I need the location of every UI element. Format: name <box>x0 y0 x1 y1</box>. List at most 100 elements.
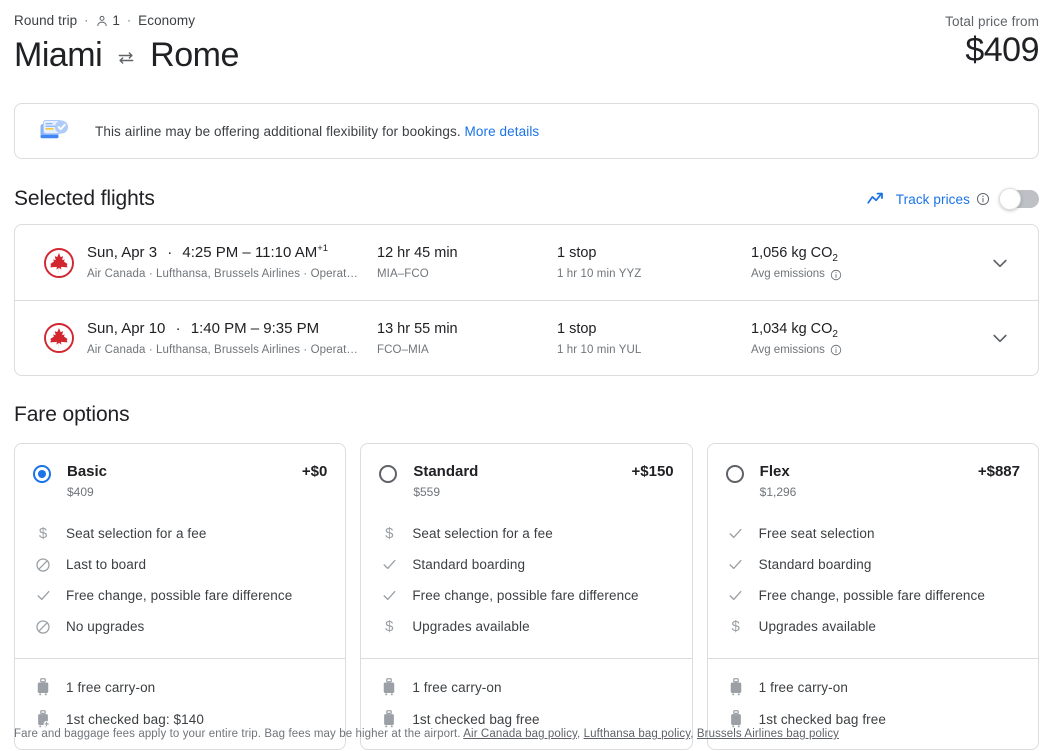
destination-city: Rome <box>150 34 239 76</box>
selected-flights-title: Selected flights <box>14 187 155 211</box>
fare-feature-list: $ Seat selection for a fee Standard boar… <box>361 504 691 658</box>
air-canada-bag-policy-link[interactable]: Air Canada bag policy <box>463 728 577 740</box>
fare-base-price: $559 <box>413 484 478 500</box>
expand-flight-button[interactable] <box>978 328 1022 348</box>
chevron-down-icon <box>990 253 1010 273</box>
carry-on-bag-icon <box>33 678 53 696</box>
swap-arrows-icon <box>115 48 137 68</box>
flight-booking-page: Round trip · 1 · Economy Miami <box>0 0 1053 751</box>
fare-card-basic[interactable]: Basic $409 +$0 $ Seat selection for a fe… <box>14 443 346 750</box>
banner-message: This airline may be offering additional … <box>95 124 461 139</box>
check-icon <box>379 556 399 573</box>
baggage-label: 1st checked bag free <box>759 712 886 727</box>
meta-separator-1: · <box>84 13 88 27</box>
flight-duration-col: 12 hr 45 min MIA–FCO <box>377 243 557 282</box>
fare-options-grid: Basic $409 +$0 $ Seat selection for a fe… <box>14 443 1039 750</box>
fare-radio-standard[interactable] <box>379 465 397 483</box>
flight-stops: 1 stop <box>557 319 751 339</box>
track-prices-toggle[interactable] <box>1001 190 1039 208</box>
fare-feature-label: Seat selection for a fee <box>66 526 207 541</box>
route-title: Miami Rome <box>14 34 239 76</box>
flight-stops: 1 stop <box>557 243 751 263</box>
air-canada-logo-icon <box>31 322 87 354</box>
emissions-label: Avg emissions <box>751 343 825 358</box>
fare-price-delta: +$0 <box>302 462 327 481</box>
track-prices-label: Track prices <box>896 192 970 207</box>
emissions-label: Avg emissions <box>751 267 825 282</box>
dollar-icon: $ <box>379 618 399 635</box>
datetime-separator: · <box>176 320 181 337</box>
flight-stops-col: 1 stop 1 hr 10 min YUL <box>557 319 751 358</box>
link-separator-2: , <box>690 728 693 740</box>
fare-feature: $ Seat selection for a fee <box>33 518 327 549</box>
flexibility-banner-text: This airline may be offering additional … <box>95 124 539 139</box>
cabin-class-label: Economy <box>138 13 195 28</box>
fare-feature-label: No upgrades <box>66 619 144 634</box>
flight-row[interactable]: Sun, Apr 10 · 1:40 PM – 9:35 PM Air Cana… <box>15 300 1038 375</box>
fare-radio-flex[interactable] <box>726 465 744 483</box>
co2-value: 1,034 kg CO2 <box>751 319 978 339</box>
flight-emissions-col: 1,056 kg CO2 Avg emissions <box>751 243 978 282</box>
fare-feature: Standard boarding <box>379 549 673 580</box>
flight-date: Sun, Apr 10 <box>87 320 165 337</box>
fare-card-header: Basic $409 +$0 <box>15 444 345 504</box>
flight-datetime: Sun, Apr 3 · 4:25 PM – 11:10 AM+1 <box>87 243 377 263</box>
fare-feature: Free change, possible fare difference <box>33 580 327 611</box>
selected-flights-list: Sun, Apr 3 · 4:25 PM – 11:10 AM+1 Air Ca… <box>14 224 1039 376</box>
fare-feature-list: $ Seat selection for a fee Last to board… <box>15 504 345 658</box>
person-icon <box>95 14 109 28</box>
checked-bag-add-icon <box>33 710 53 728</box>
fare-feature-label: Upgrades available <box>759 619 876 634</box>
dollar-icon: $ <box>726 618 746 635</box>
fare-card-header: Standard $559 +$150 <box>361 444 691 504</box>
fare-feature-label: Free change, possible fare difference <box>759 588 985 603</box>
fare-card-standard[interactable]: Standard $559 +$150 $ Seat selection for… <box>360 443 692 750</box>
emissions-row: Avg emissions <box>751 267 978 282</box>
trip-summary: Round trip · 1 · Economy <box>14 10 239 30</box>
baggage-label: 1 free carry-on <box>759 680 848 695</box>
baggage-item: 1 free carry-on <box>379 671 673 703</box>
baggage-item: 1 free carry-on <box>726 671 1020 703</box>
fare-radio-basic[interactable] <box>33 465 51 483</box>
track-prices-control[interactable]: Track prices <box>867 190 1039 208</box>
baggage-label: 1st checked bag: $140 <box>66 712 204 727</box>
flight-layover: 1 hr 10 min YUL <box>557 343 751 358</box>
flight-duration: 12 hr 45 min <box>377 243 557 263</box>
fare-card-flex[interactable]: Flex $1,296 +$887 Free seat selection <box>707 443 1039 750</box>
emissions-row: Avg emissions <box>751 343 978 358</box>
checked-bag-icon <box>379 710 399 728</box>
disclaimer-text: Fare and baggage fees apply to your enti… <box>14 728 461 740</box>
fare-base-price: $409 <box>67 484 107 500</box>
brussels-airlines-bag-policy-link[interactable]: Brussels Airlines bag policy <box>697 728 839 740</box>
lufthansa-bag-policy-link[interactable]: Lufthansa bag policy <box>584 728 691 740</box>
co2-value: 1,056 kg CO2 <box>751 243 978 263</box>
baggage-item: 1 free carry-on <box>33 671 327 703</box>
total-price-value: $409 <box>945 30 1039 70</box>
co2-amount: 1,056 kg CO <box>751 245 832 261</box>
info-icon[interactable] <box>830 344 842 356</box>
flight-row[interactable]: Sun, Apr 3 · 4:25 PM – 11:10 AM+1 Air Ca… <box>15 225 1038 300</box>
fare-feature-label: Last to board <box>66 557 146 572</box>
info-icon[interactable] <box>830 269 842 281</box>
header-left: Round trip · 1 · Economy Miami <box>14 8 239 76</box>
air-canada-logo-icon <box>31 247 87 279</box>
fare-price-delta: +$150 <box>632 462 674 481</box>
fare-feature-label: Seat selection for a fee <box>412 526 553 541</box>
not-allowed-icon <box>33 619 53 635</box>
info-icon[interactable] <box>976 192 990 206</box>
more-details-link[interactable]: More details <box>465 124 540 139</box>
expand-flight-button[interactable] <box>978 253 1022 273</box>
carry-on-bag-icon <box>726 678 746 696</box>
datetime-separator: · <box>167 244 172 261</box>
not-allowed-icon <box>33 557 53 573</box>
fare-card-header: Flex $1,296 +$887 <box>708 444 1038 504</box>
toggle-knob <box>999 188 1021 210</box>
day-offset-badge: +1 <box>317 243 328 254</box>
flexibility-banner: This airline may be offering additional … <box>14 103 1039 159</box>
check-icon <box>33 587 53 604</box>
fare-feature: $ Upgrades available <box>379 611 673 642</box>
fare-feature-label: Upgrades available <box>412 619 529 634</box>
flight-operators: Air Canada · Lufthansa, Brussels Airline… <box>87 343 377 358</box>
flight-stops-col: 1 stop 1 hr 10 min YYZ <box>557 243 751 282</box>
co2-subscript: 2 <box>832 253 838 264</box>
